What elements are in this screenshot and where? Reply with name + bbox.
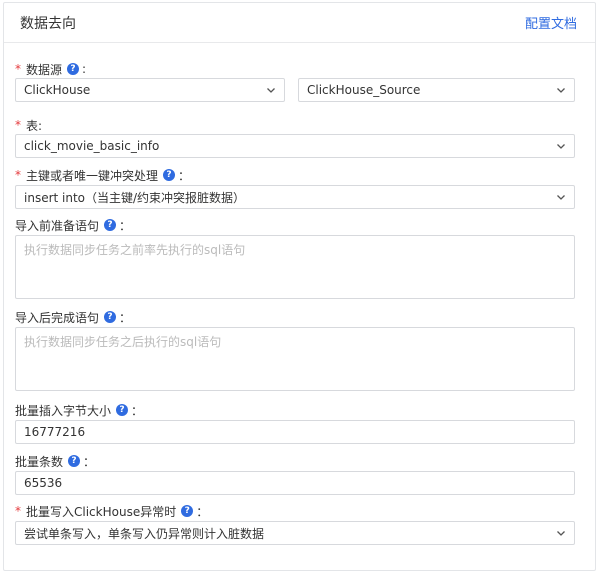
question-circle-icon[interactable]: ? [116,404,129,416]
datasource-source-value: ClickHouse_Source [307,83,421,97]
pre-sql-label: 导入前准备语句 [15,218,100,233]
chevron-down-icon [557,88,565,93]
field-conflict: * 主键或者唯一键冲突处理 ? ： [15,168,191,183]
table-select[interactable]: click_movie_basic_info [15,134,575,158]
field-batch-count: 批量条数 ? ： [15,454,96,469]
question-circle-icon[interactable]: ? [163,169,176,181]
conflict-label: 主键或者唯一键冲突处理 [26,168,159,183]
question-circle-icon[interactable]: ? [104,311,117,323]
question-circle-icon[interactable]: ? [181,505,194,517]
datasource-label: 数据源 [26,62,63,77]
datasource-type-select[interactable]: ClickHouse [15,78,285,102]
batch-count-input[interactable]: 65536 [15,471,575,495]
datasource-type-value: ClickHouse [24,83,91,97]
required-mark: * [15,168,21,182]
chevron-down-icon [267,88,275,93]
panel-header: 数据去向 配置文档 [4,3,595,43]
batch-error-select[interactable]: 尝试单条写入，单条写入仍异常则计入脏数据 [15,521,575,545]
required-mark: * [15,118,21,132]
chevron-down-icon [557,531,565,536]
field-batch-bytes: 批量插入字节大小 ? ： [15,403,144,418]
question-circle-icon[interactable]: ? [68,455,81,467]
post-sql-label: 导入后完成语句 [15,310,100,325]
batch-error-value: 尝试单条写入，单条写入仍异常则计入脏数据 [24,526,265,541]
panel-title: 数据去向 [20,15,76,32]
question-circle-icon[interactable]: ? [67,63,80,75]
required-mark: * [15,62,21,76]
field-batch-error: * 批量写入ClickHouse异常时 ? ： [15,504,209,519]
field-datasource: * 数据源 ? : [15,62,87,77]
batch-bytes-label: 批量插入字节大小 [15,403,112,418]
config-doc-link[interactable]: 配置文档 [525,13,577,32]
question-circle-icon[interactable]: ? [104,219,117,231]
batch-error-label: 批量写入ClickHouse异常时 [26,504,177,519]
post-sql-textarea[interactable]: 执行数据同步任务之后执行的sql语句 [15,327,575,391]
table-value: click_movie_basic_info [24,139,160,153]
required-mark: * [15,504,21,518]
conflict-select[interactable]: insert into（当主键/约束冲突报脏数据） [15,185,575,209]
field-post-sql: 导入后完成语句 ? ： [15,310,132,325]
conflict-value: insert into（当主键/约束冲突报脏数据） [24,190,246,205]
field-table: * 表: [15,116,575,134]
field-pre-sql: 导入前准备语句 ? ： [15,218,132,233]
pre-sql-textarea[interactable]: 执行数据同步任务之前率先执行的sql语句 [15,235,575,299]
datasource-source-select[interactable]: ClickHouse_Source [298,78,575,102]
chevron-down-icon [557,195,565,200]
batch-count-label: 批量条数 [15,454,64,469]
batch-bytes-input[interactable]: 16777216 [15,420,575,444]
table-label: 表: [26,118,43,133]
chevron-down-icon [557,144,565,149]
